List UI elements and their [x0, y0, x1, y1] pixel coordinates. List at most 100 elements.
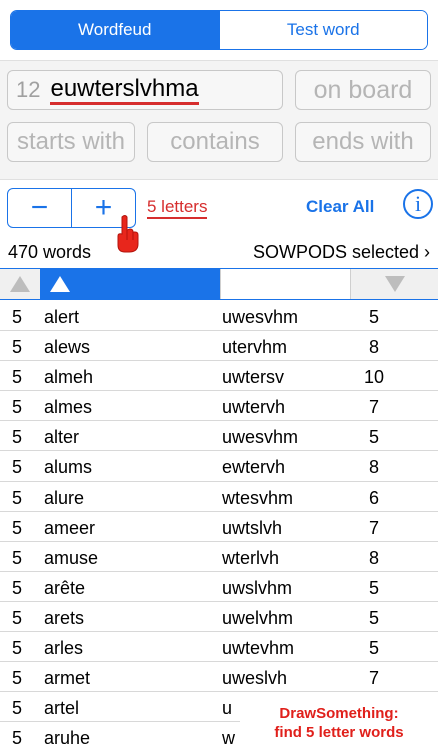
cell-remaining: uwtersv: [222, 367, 285, 388]
cell-length: 5: [12, 517, 23, 538]
cell-length: 5: [12, 577, 23, 598]
cell-word: almeh: [44, 367, 94, 388]
cell-remaining: utervhm: [222, 337, 288, 358]
cell-word: alums: [44, 457, 93, 478]
cell-length: 5: [12, 638, 23, 659]
cell-remaining: uwtevhm: [222, 638, 295, 659]
cell-word: alter: [44, 427, 80, 448]
cell-score: 5: [368, 427, 379, 448]
cell-word: arête: [44, 577, 86, 598]
cell-score: 5: [368, 607, 379, 628]
word-count: 470 words: [8, 242, 92, 262]
table-row[interactable]: 5 ameer uwtslvh 7: [0, 512, 438, 542]
results-table: 5 alert uwesvhm 5 5 alews utervhm 8 5 almeh uwte…: [0, 301, 438, 750]
cell-remaining: uwslvhm: [222, 577, 293, 598]
cell-remaining: uwtervh: [222, 397, 286, 418]
triangle-up-icon: [50, 276, 70, 292]
cell-score: 8: [368, 337, 379, 358]
triangle-down-icon: [384, 276, 405, 292]
cell-score: 10: [363, 367, 385, 388]
cell-score: 7: [368, 517, 379, 538]
cell-length: 5: [12, 457, 23, 478]
cell-remaining: uwesvhm: [222, 307, 299, 327]
cell-word: armet: [44, 668, 91, 689]
cell-score: 8: [368, 457, 379, 478]
table-row[interactable]: 5 alure wtesvhm 6: [0, 482, 438, 512]
table-row[interactable]: 5 alums ewtervh 8: [0, 451, 438, 482]
status-row: 470 words SOWPODS selected ›: [0, 238, 438, 266]
ends-with-input[interactable]: ends with: [295, 122, 431, 162]
table-row[interactable]: 5 arles uwtevhm 5: [0, 632, 438, 663]
cell-word: arets: [44, 607, 85, 628]
cell-length: 5: [12, 487, 23, 508]
letter-count: 12: [16, 77, 41, 102]
table-row[interactable]: 5 alews utervhm 8: [0, 331, 438, 362]
table-row[interactable]: 5 amuse wterlvh 8: [0, 542, 438, 572]
info-icon[interactable]: i: [403, 189, 433, 219]
table-row[interactable]: 5 alert uwesvhm 5: [0, 301, 438, 332]
cell-word: alure: [44, 487, 85, 508]
cell-length: 5: [12, 427, 23, 448]
cell-score: 7: [368, 668, 379, 689]
length-filter-link[interactable]: 5 letters: [147, 197, 208, 219]
cell-word: alews: [44, 337, 91, 358]
cell-remaining: uwtslvh: [222, 517, 283, 538]
tab-wordfeud[interactable]: Wordfeud: [11, 11, 219, 49]
cell-word: aruhe: [44, 728, 91, 749]
cell-score: 5: [368, 638, 379, 659]
cell-remaining: ewtervh: [222, 457, 286, 478]
sort-length-button[interactable]: [0, 269, 40, 299]
cell-score: 8: [368, 547, 379, 568]
cell-word: amuse: [44, 547, 99, 568]
table-row[interactable]: 5 almes uwtervh 7: [0, 391, 438, 422]
cell-score: 7: [368, 397, 379, 418]
cell-remaining: wtesvhm: [222, 487, 294, 508]
promo-caption: DrawSomething: find 5 letter words: [240, 694, 438, 750]
cell-remaining: u: [222, 698, 233, 719]
cell-remaining: uweslvh: [222, 668, 288, 689]
cell-length: 5: [12, 607, 23, 628]
letters-value: euwterslvhma: [50, 75, 199, 105]
on-board-input[interactable]: on board: [295, 70, 431, 110]
cell-length: 5: [12, 668, 23, 689]
cell-word: alert: [44, 307, 80, 327]
sort-word-button[interactable]: [40, 269, 220, 299]
clear-all-button[interactable]: Clear All: [306, 197, 374, 217]
dictionary-selector[interactable]: SOWPODS selected ›: [253, 242, 430, 263]
starts-with-input[interactable]: starts with: [7, 122, 135, 162]
decrease-length-button[interactable]: −: [8, 189, 71, 227]
cell-remaining: uwesvhm: [222, 427, 299, 448]
table-row[interactable]: 5 armet uweslvh 7: [0, 662, 438, 693]
mode-segmented-control: Wordfeud Test word: [10, 10, 428, 50]
cell-remaining: w: [222, 728, 235, 749]
cell-length: 5: [12, 367, 23, 388]
promo-caption-line2: find 5 letter words: [274, 724, 404, 741]
cell-length: 5: [12, 728, 23, 749]
cell-length: 5: [12, 307, 23, 327]
cell-length: 5: [12, 337, 23, 358]
cell-word: artel: [44, 698, 80, 719]
cell-word: almes: [44, 397, 93, 418]
sort-remaining-button[interactable]: [220, 269, 351, 299]
cell-length: 5: [12, 698, 23, 719]
table-row[interactable]: 5 arête uwslvhm 5: [0, 572, 438, 602]
cell-length: 5: [12, 397, 23, 418]
cell-score: 5: [368, 307, 379, 327]
sort-score-button[interactable]: [351, 269, 438, 299]
table-header: [0, 268, 438, 300]
cell-remaining: wterlvh: [222, 547, 280, 568]
cell-word: arles: [44, 638, 84, 659]
table-row[interactable]: 5 almeh uwtersv 10: [0, 361, 438, 392]
cell-score: 6: [368, 487, 379, 508]
tab-test-word[interactable]: Test word: [218, 11, 427, 49]
cell-length: 5: [12, 547, 23, 568]
cell-remaining: uwelvhm: [222, 607, 294, 628]
cell-score: 5: [368, 577, 379, 598]
table-row[interactable]: 5 arets uwelvhm 5: [0, 602, 438, 633]
letters-input[interactable]: 12 euwterslvhma: [7, 70, 283, 110]
promo-caption-line1: DrawSomething:: [279, 705, 399, 722]
triangle-up-icon: [10, 276, 30, 292]
cell-word: ameer: [44, 517, 96, 538]
contains-input[interactable]: contains: [147, 122, 283, 162]
table-row[interactable]: 5 alter uwesvhm 5: [0, 421, 438, 452]
